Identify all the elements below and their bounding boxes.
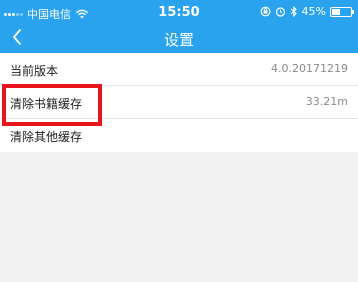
book-cache-size: 33.21m — [305, 95, 348, 108]
alarm-icon — [275, 7, 285, 17]
battery-icon — [330, 6, 354, 17]
bluetooth-icon — [290, 6, 297, 17]
status-right: 45% — [260, 5, 354, 18]
version-row: 当前版本 4.0.20171219 — [0, 53, 358, 86]
nav-bar: 设置 — [0, 24, 358, 53]
settings-list: 当前版本 4.0.20171219 清除书籍缓存 33.21m 清除其他缓存 — [0, 53, 358, 152]
clear-other-cache-label: 清除其他缓存 — [10, 130, 83, 144]
battery-percent: 45% — [301, 5, 326, 18]
page-title: 设置 — [163, 31, 194, 49]
lock-rotation-icon — [260, 6, 270, 17]
clear-book-cache-label: 清除书籍缓存 — [10, 97, 83, 111]
version-label: 当前版本 — [10, 64, 59, 78]
status-bar: 中国电信 15:50 45% — [0, 0, 358, 24]
clear-book-cache-row[interactable]: 清除书籍缓存 33.21m — [0, 86, 358, 119]
version-value: 4.0.20171219 — [271, 62, 348, 75]
header-bar: 中国电信 15:50 45% 设置 — [0, 0, 358, 53]
clear-other-cache-row[interactable]: 清除其他缓存 — [0, 119, 358, 152]
